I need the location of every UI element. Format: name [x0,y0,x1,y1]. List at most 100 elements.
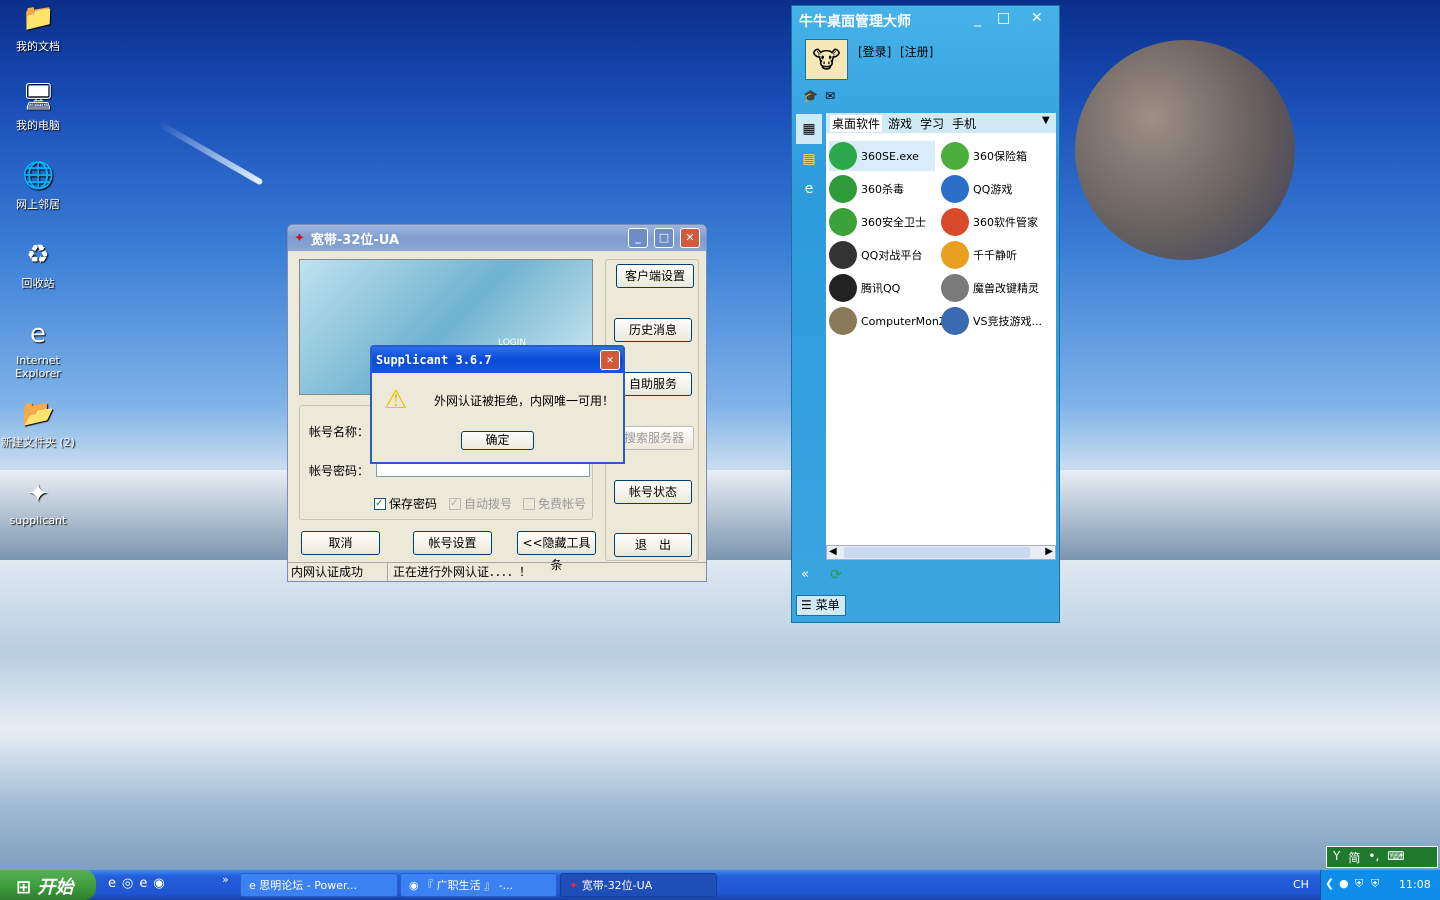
auto-dial-checkbox[interactable]: ✓ 自动拨号 [449,495,512,512]
app-item[interactable]: 360SE.exe [829,141,935,171]
notes-category-icon[interactable]: ▤ [796,144,822,174]
start-button[interactable]: ⊞ 开始 [0,870,96,900]
free-account-checkbox[interactable]: 免费帐号 [523,495,586,512]
dialog-close-icon[interactable]: ✕ [600,350,620,370]
clock: 11:08 [1399,878,1431,891]
login-link[interactable]: [登录] [858,43,891,60]
app-item[interactable]: ComputerMonZ [829,306,946,336]
checkbox-empty-icon [523,497,535,510]
refresh-icon[interactable]: ⟳ [830,567,842,583]
app-item[interactable]: 腾讯QQ [829,273,900,303]
mail-icon[interactable]: ✉ [825,89,835,103]
dialog-titlebar[interactable]: Supplicant 3.6.7 ✕ [372,347,623,373]
app-item[interactable]: QQ对战平台 [829,240,922,270]
app-item[interactable]: 360安全卫士 [829,207,926,237]
supplicant-dialog: Supplicant 3.6.7 ✕ ⚠ 外网认证被拒绝，内网唯一可用！ 确定 [370,345,625,464]
cow-avatar-icon[interactable]: 🐮 [805,39,848,80]
tray-expand-icon[interactable]: ❮ [1325,877,1334,890]
desktop-icon[interactable]: ✦ supplicant [0,478,76,527]
task-life-label: 『 广职生活 』 -... [422,879,514,892]
client-settings-button[interactable]: 客户端设置 [616,264,694,288]
quick-launch-more-icon[interactable]: » [222,873,229,886]
app-item[interactable]: QQ游戏 [941,174,1012,204]
app-item[interactable]: 360杀毒 [829,174,904,204]
save-password-checkbox[interactable]: ✓ 保存密码 [374,495,437,512]
dialog-title: Supplicant 3.6.7 [376,353,492,367]
status-right: 正在进行外网认证．．．．！ [393,565,532,579]
cow-tray-icon[interactable]: ● [1339,877,1349,890]
desktop-icon[interactable]: ♻ 回收站 [0,239,76,291]
task-broadband-label: 宽带-32位-UA [581,879,653,892]
app-label: 360保险箱 [973,150,1027,163]
app-item[interactable]: 魔兽改键精灵 [941,273,1039,303]
desktop-icon[interactable]: 📁 我的文档 [0,2,76,54]
checkbox-checked-icon: ✓ [374,497,386,510]
exit-button[interactable]: 退 出 [614,533,692,557]
ime-logo-icon: Y [1333,849,1341,863]
menu-button[interactable]: ☰ 菜单 [796,595,846,616]
cancel-button[interactable]: 取消 [301,531,380,555]
app-icon [941,241,969,269]
app-icon [829,241,857,269]
free-account-label: 免费帐号 [538,497,587,511]
keyboard-icon: ⌨ [1387,849,1405,863]
app-item[interactable]: 360软件管家 [941,207,1038,237]
apps-category-icon[interactable]: ▦ [796,114,822,144]
browser-quick-icon[interactable]: e [139,876,147,891]
wallpaper-waterfall [0,560,1440,870]
close-icon[interactable]: ✕ [680,228,700,248]
desktop-icon-label: 网上邻居 [16,198,60,211]
start-label: 开始 [37,877,74,898]
register-link[interactable]: [注册] [900,43,933,60]
360-quick-icon[interactable]: ◉ [153,876,164,891]
butterfly-icon: ✦ [294,230,305,246]
desktop-icon[interactable]: 🌐 网上邻居 [0,160,76,212]
history-button[interactable]: 历史消息 [614,318,692,342]
language-indicator[interactable]: CH [1293,878,1309,891]
graduation-icon[interactable]: 🎓 [803,89,818,103]
ime-toolbar[interactable]: Y 简 •, ⌨ [1326,846,1438,868]
category-tab[interactable]: 游戏 [886,115,914,132]
task-life[interactable]: ◉ 『 广职生活 』 -... [400,873,557,897]
search-server-button[interactable]: 搜索服务器 [614,426,694,450]
scroll-thumb[interactable] [844,547,1030,558]
app-item[interactable]: 360保险箱 [941,141,1027,171]
desktop-icon[interactable]: e Internet Explorer [0,318,76,380]
app-item[interactable]: 千千静听 [941,240,1017,270]
ie-quick-icon[interactable]: e [108,876,116,891]
category-tab[interactable]: 学习 [918,115,946,132]
app-icon [941,142,969,170]
minimize-icon[interactable]: _ [628,228,648,248]
task-broadband[interactable]: ✦ 宽带-32位-UA [560,873,717,897]
shield-tray-icon[interactable]: ⛨ [1355,877,1363,891]
niuniu-close-icon[interactable]: ✕ [1031,10,1043,26]
tabs-dropdown-icon[interactable]: ▼ [1042,115,1050,126]
task-forum[interactable]: e 思明论坛 - Power... [240,873,398,897]
app-icon [941,175,969,203]
horizontal-scrollbar[interactable]: ◀ ▶ [826,545,1056,560]
category-tab[interactable]: 手机 [950,115,978,132]
broadband-titlebar[interactable]: ✦ 宽带-32位-UA _ □ ✕ [288,225,706,251]
collapse-icon[interactable]: « [801,567,809,582]
browser-category-icon[interactable]: e [796,174,822,204]
my-computer-icon: 🖥 [22,82,56,112]
windows-logo-icon: ⊞ [16,877,32,898]
folder-icon: 📂 [22,399,55,429]
guard-tray-icon[interactable]: ⛨ [1371,877,1379,891]
desktop-icon[interactable]: 📂 新建文件夹 (2) [0,398,76,450]
media-quick-icon[interactable]: ◎ [122,876,133,891]
app-item[interactable]: VS竞技游戏... [941,306,1042,336]
account-status-button[interactable]: 帐号状态 [614,480,692,504]
scroll-right-icon[interactable]: ▶ [1045,546,1053,557]
ok-button[interactable]: 确定 [461,431,534,450]
self-service-button[interactable]: 自助服务 [614,372,692,396]
hide-toolbar-button[interactable]: <<隐藏工具条 [517,531,596,572]
category-tab[interactable]: 桌面软件 [830,114,883,132]
scroll-left-icon[interactable]: ◀ [829,546,837,557]
maximize-icon[interactable]: □ [654,228,674,248]
account-settings-button[interactable]: 帐号设置 [413,531,492,555]
niuniu-minimize-icon[interactable]: _ [974,11,981,27]
supplicant-shortcut-icon: ✦ [27,479,49,509]
desktop-icon[interactable]: 🖥 我的电脑 [0,81,76,133]
niuniu-maximize-icon[interactable]: □ [997,10,1010,26]
